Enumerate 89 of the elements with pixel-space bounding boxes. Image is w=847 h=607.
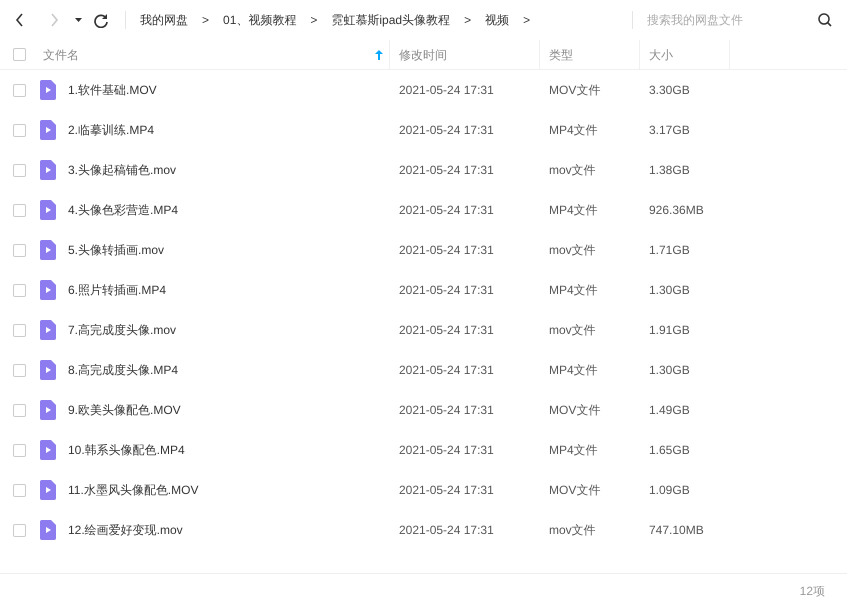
column-header[interactable]: 大小 [649, 46, 673, 64]
file-name[interactable]: 12.绘画爱好变现.mov [68, 521, 183, 539]
breadcrumb-separator: > [464, 12, 472, 29]
file-size: 3.17GB [649, 123, 690, 137]
video-file-icon [40, 320, 56, 340]
file-type: MP4文件 [549, 443, 598, 457]
file-type: mov文件 [549, 243, 596, 257]
file-name[interactable]: 10.韩系头像配色.MP4 [68, 441, 185, 459]
file-name[interactable]: 7.高完成度头像.mov [68, 321, 176, 339]
file-type: mov文件 [549, 163, 596, 177]
column-header[interactable]: 修改时间 [399, 46, 447, 64]
checkbox[interactable] [13, 484, 26, 496]
item-count: 12项 [800, 582, 825, 600]
checkbox[interactable] [13, 204, 26, 216]
video-file-icon [40, 200, 56, 220]
checkbox[interactable] [13, 124, 26, 136]
video-file-icon [40, 480, 56, 500]
file-size: 1.30GB [649, 363, 690, 377]
modified-time: 2021-05-24 17:31 [399, 283, 494, 297]
checkbox[interactable] [13, 48, 26, 61]
modified-time: 2021-05-24 17:31 [399, 323, 494, 337]
video-file-icon [40, 240, 56, 260]
file-type: mov文件 [549, 523, 596, 537]
video-file-icon [40, 400, 56, 420]
file-type: mov文件 [549, 323, 596, 337]
file-size: 1.65GB [649, 443, 690, 457]
modified-time: 2021-05-24 17:31 [399, 203, 494, 217]
file-name[interactable]: 2.临摹训练.MP4 [68, 121, 154, 139]
file-type: MOV文件 [549, 403, 600, 417]
file-type: MP4文件 [549, 283, 598, 297]
modified-time: 2021-05-24 17:31 [399, 243, 494, 257]
file-type: MP4文件 [549, 363, 598, 377]
breadcrumb-link[interactable]: 视频 [485, 11, 510, 29]
file-size: 926.36MB [649, 203, 704, 217]
video-file-icon [40, 120, 56, 140]
search-field[interactable]: 搜索我的网盘文件 [647, 11, 807, 29]
breadcrumb-separator: > [523, 12, 530, 29]
file-name[interactable]: 11.水墨风头像配色.MOV [68, 481, 198, 499]
checkbox[interactable] [13, 164, 26, 176]
modified-time: 2021-05-24 17:31 [399, 83, 494, 97]
file-size: 1.38GB [649, 163, 690, 177]
file-size: 1.49GB [649, 403, 690, 417]
file-size: 1.30GB [649, 283, 690, 297]
file-size: 3.30GB [649, 83, 690, 97]
video-file-icon [40, 280, 56, 300]
file-size: 1.71GB [649, 243, 690, 257]
checkbox[interactable] [13, 84, 26, 96]
file-name[interactable]: 6.照片转插画.MP4 [68, 281, 166, 299]
file-type: MOV文件 [549, 83, 600, 97]
modified-time: 2021-05-24 17:31 [399, 483, 494, 497]
breadcrumb-separator: > [310, 12, 318, 29]
file-name[interactable]: 3.头像起稿铺色.mov [68, 161, 176, 179]
file-size: 747.10MB [649, 523, 704, 537]
checkbox[interactable] [13, 444, 26, 456]
file-type: MP4文件 [549, 203, 598, 217]
column-header[interactable]: 文件名 [43, 46, 79, 64]
file-size: 1.09GB [649, 483, 690, 497]
breadcrumb-link[interactable]: 霓虹慕斯ipad头像教程 [331, 11, 450, 29]
checkbox[interactable] [13, 524, 26, 536]
breadcrumb-link[interactable]: 01、视频教程 [223, 11, 296, 29]
file-type: MP4文件 [549, 123, 598, 137]
file-type: MOV文件 [549, 483, 600, 497]
checkbox[interactable] [13, 404, 26, 416]
file-name[interactable]: 8.高完成度头像.MP4 [68, 361, 178, 379]
video-file-icon [40, 160, 56, 180]
modified-time: 2021-05-24 17:31 [399, 403, 494, 417]
video-file-icon [40, 360, 56, 380]
column-header[interactable]: 类型 [549, 46, 573, 64]
file-name[interactable]: 5.头像转插画.mov [68, 241, 164, 259]
file-name[interactable]: 4.头像色彩营造.MP4 [68, 201, 178, 219]
modified-time: 2021-05-24 17:31 [399, 443, 494, 457]
modified-time: 2021-05-24 17:31 [399, 363, 494, 377]
refresh-icon[interactable] [93, 12, 109, 28]
breadcrumb-link[interactable]: 我的网盘 [140, 11, 188, 29]
modified-time: 2021-05-24 17:31 [399, 123, 494, 137]
checkbox[interactable] [13, 244, 26, 256]
video-file-icon [40, 440, 56, 460]
file-size: 1.91GB [649, 323, 690, 337]
video-file-icon [40, 80, 56, 100]
video-file-icon [40, 520, 56, 540]
checkbox[interactable] [13, 324, 26, 336]
modified-time: 2021-05-24 17:31 [399, 523, 494, 537]
modified-time: 2021-05-24 17:31 [399, 163, 494, 177]
file-name[interactable]: 9.欧美头像配色.MOV [68, 401, 181, 419]
checkbox[interactable] [13, 284, 26, 296]
breadcrumb-separator: > [202, 12, 210, 29]
search-icon[interactable] [817, 12, 833, 28]
file-name[interactable]: 1.软件基础.MOV [68, 81, 157, 99]
checkbox[interactable] [13, 364, 26, 376]
